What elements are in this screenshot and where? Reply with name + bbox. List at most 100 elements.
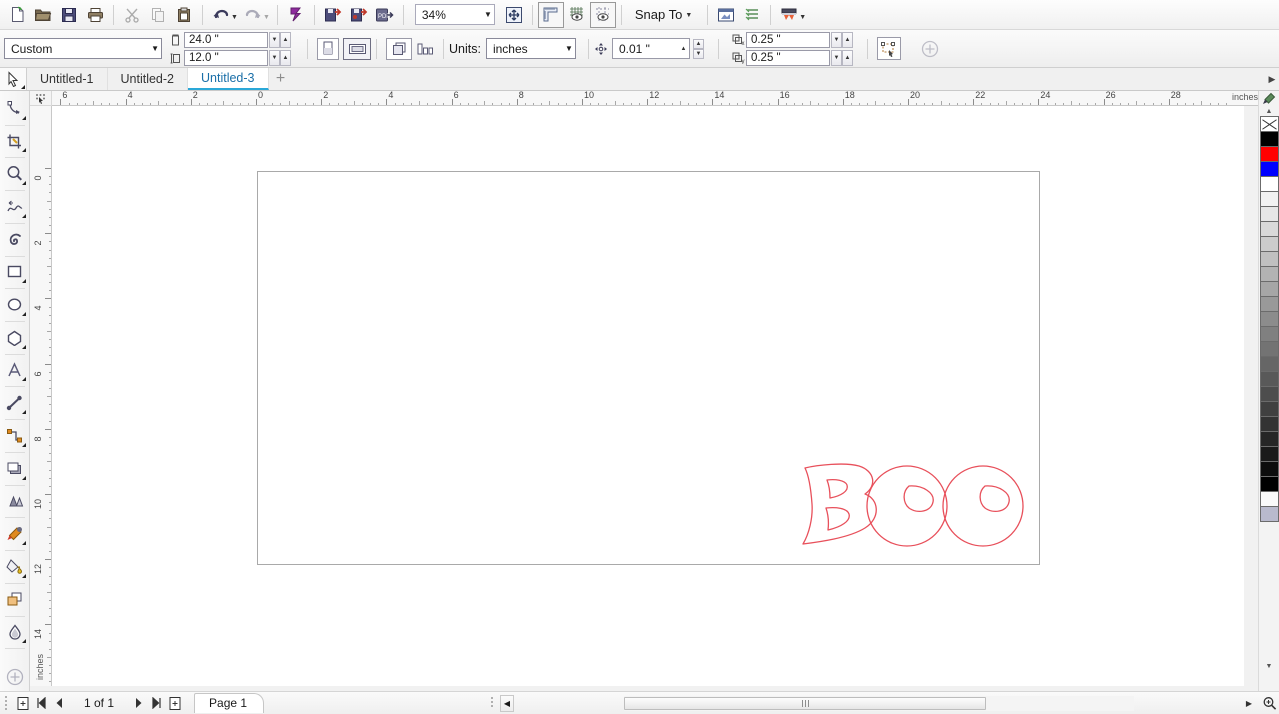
palette-swatch-gray-60[interactable] [1259, 356, 1279, 372]
import-button[interactable] [320, 2, 346, 28]
palette-swatch-gray-50[interactable] [1259, 326, 1279, 342]
tool-rectangle[interactable] [2, 259, 28, 287]
tool-shape[interactable] [2, 95, 28, 123]
tool-color-eyedropper[interactable] [2, 520, 28, 548]
cut-button[interactable] [119, 2, 145, 28]
copy-button[interactable] [145, 2, 171, 28]
current-page-only-button[interactable] [412, 36, 438, 62]
palette-swatch-lavender-gray[interactable] [1259, 506, 1279, 522]
chevron-down-icon[interactable]: ▼ [685, 10, 692, 19]
document-tab-untitled-3[interactable]: Untitled-3 [188, 68, 269, 90]
palette-swatch-gray-20[interactable] [1259, 236, 1279, 252]
duplicate-y-spinner[interactable]: ▼ ▲ [830, 49, 853, 66]
tool-crop[interactable] [2, 128, 28, 156]
tool-artistic-media[interactable] [2, 226, 28, 254]
palette-swatch-gray-30[interactable] [1259, 266, 1279, 282]
palette-swatch-gray-70[interactable] [1259, 386, 1279, 402]
chevron-down-icon[interactable]: ▼ [151, 44, 159, 53]
save-button[interactable] [56, 2, 82, 28]
chevron-down-icon[interactable]: ▼ [565, 44, 573, 53]
go-to-first-page-button[interactable] [32, 694, 50, 712]
palette-swatch-gray-35[interactable] [1259, 281, 1279, 297]
open-document-button[interactable] [30, 2, 56, 28]
go-to-last-page-button[interactable] [148, 694, 166, 712]
tool-text[interactable] [2, 357, 28, 385]
palette-swatch-black[interactable] [1259, 131, 1279, 147]
portrait-button[interactable] [317, 37, 339, 60]
palette-swatch-blue[interactable] [1259, 161, 1279, 177]
tool-outline[interactable] [2, 586, 28, 614]
add-page-end-button[interactable] [166, 694, 184, 712]
duplicate-y-input[interactable]: 0.25 " [745, 49, 830, 66]
palette-swatch-gray-25[interactable] [1259, 251, 1279, 267]
horizontal-scrollbar[interactable] [624, 695, 1134, 711]
page-height-input[interactable]: 12.0 " [184, 49, 268, 66]
palette-swatch-gray-55[interactable] [1259, 341, 1279, 357]
show-rulers-toggle[interactable] [537, 1, 564, 28]
nudge-offset-input[interactable]: 0.01 " ▲ [611, 38, 690, 59]
document-tab-untitled-2[interactable]: Untitled-2 [107, 68, 188, 90]
palette-swatch-gray-75[interactable] [1259, 401, 1279, 417]
document-tab-untitled-1[interactable]: Untitled-1 [27, 68, 108, 90]
snap-to-dropdown[interactable]: Snap To ▼ [627, 3, 702, 27]
print-button[interactable] [82, 2, 108, 28]
spin-up-icon[interactable]: ▲ [280, 31, 291, 48]
palette-swatch-white[interactable] [1259, 176, 1279, 192]
paper-type-select[interactable]: Custom ▼ [4, 38, 162, 59]
application-launcher-button[interactable] [776, 2, 802, 28]
palette-swatch-red[interactable] [1259, 146, 1279, 162]
tool-fill[interactable] [2, 553, 28, 581]
tabbar-overflow-button[interactable]: ▶ [1265, 68, 1279, 90]
chevron-down-icon[interactable]: ▼ [484, 10, 492, 19]
horizontal-scroll-thumb[interactable] [624, 696, 986, 710]
zoom-status-button[interactable] [1259, 696, 1279, 711]
zoom-level-combo[interactable]: 34% ▼ [414, 4, 495, 25]
palette-swatch-white-2[interactable] [1259, 491, 1279, 507]
page-width-input[interactable]: 24.0 " [184, 31, 268, 48]
hscroll-right-button[interactable]: ▶ [1239, 699, 1259, 708]
duplicate-x-spinner[interactable]: ▼ ▲ [830, 31, 853, 48]
go-to-previous-page-button[interactable] [50, 694, 68, 712]
show-grid-toggle[interactable] [564, 2, 590, 28]
palette-swatch-gray-80[interactable] [1259, 416, 1279, 432]
propbar-more-button[interactable] [917, 36, 943, 62]
spin-down-icon[interactable]: ▼ [269, 49, 280, 66]
palette-swatch-gray-15[interactable] [1259, 221, 1279, 237]
tool-transparency[interactable] [2, 488, 28, 516]
spin-up-icon[interactable]: ▲ [841, 49, 853, 66]
palette-swatch-gray-05[interactable] [1259, 191, 1279, 207]
hscroll-left-button[interactable]: ◀ [500, 694, 514, 712]
tool-freehand[interactable] [2, 193, 28, 221]
show-guidelines-toggle[interactable] [589, 1, 616, 28]
horizontal-ruler[interactable]: 6 4 2 0 2 4 6 8 10 12 14 16 18 20 22 24 26 28 inches [52, 91, 1264, 106]
palette-swatch-gray-85[interactable] [1259, 431, 1279, 447]
ruler-origin-button[interactable] [30, 91, 52, 106]
palette-swatch-gray-45[interactable] [1259, 311, 1279, 327]
spin-up-icon[interactable]: ▲ [841, 31, 853, 48]
tool-interactive-fill[interactable] [2, 619, 28, 647]
page-tab-page-1[interactable]: Page 1 [194, 693, 265, 713]
redo-dropdown-caret[interactable]: ▼ [263, 9, 270, 21]
options-button[interactable] [713, 2, 739, 28]
palette-swatch-gray-65[interactable] [1259, 371, 1279, 387]
palette-swatch-gray-40[interactable] [1259, 296, 1279, 312]
duplicate-x-input[interactable]: 0.25 " [745, 31, 830, 48]
tool-dimension[interactable] [2, 389, 28, 417]
palette-scroll-down-button[interactable]: ▼ [1259, 661, 1279, 671]
boo-drawing[interactable] [797, 456, 1027, 556]
palette-swatch-no-color[interactable] [1259, 116, 1279, 132]
all-pages-button[interactable] [386, 37, 412, 60]
palette-swatch-gray-90[interactable] [1259, 446, 1279, 462]
new-document-button[interactable] [4, 2, 30, 28]
new-document-tab-button[interactable]: + [269, 68, 293, 90]
spin-up-icon[interactable]: ▲ [280, 49, 291, 66]
palette-swatch-gray-10[interactable] [1259, 206, 1279, 222]
tool-shadow[interactable] [2, 455, 28, 483]
page-width-spinner[interactable]: ▼ ▲ [269, 31, 291, 48]
drawing-canvas[interactable] [52, 106, 1244, 686]
spin-down-icon[interactable]: ▼ [830, 31, 842, 48]
go-to-next-page-button[interactable] [130, 694, 148, 712]
palette-swatch-gray-95[interactable] [1259, 461, 1279, 477]
tool-ellipse[interactable] [2, 291, 28, 319]
units-select[interactable]: inches ▼ [485, 38, 576, 59]
